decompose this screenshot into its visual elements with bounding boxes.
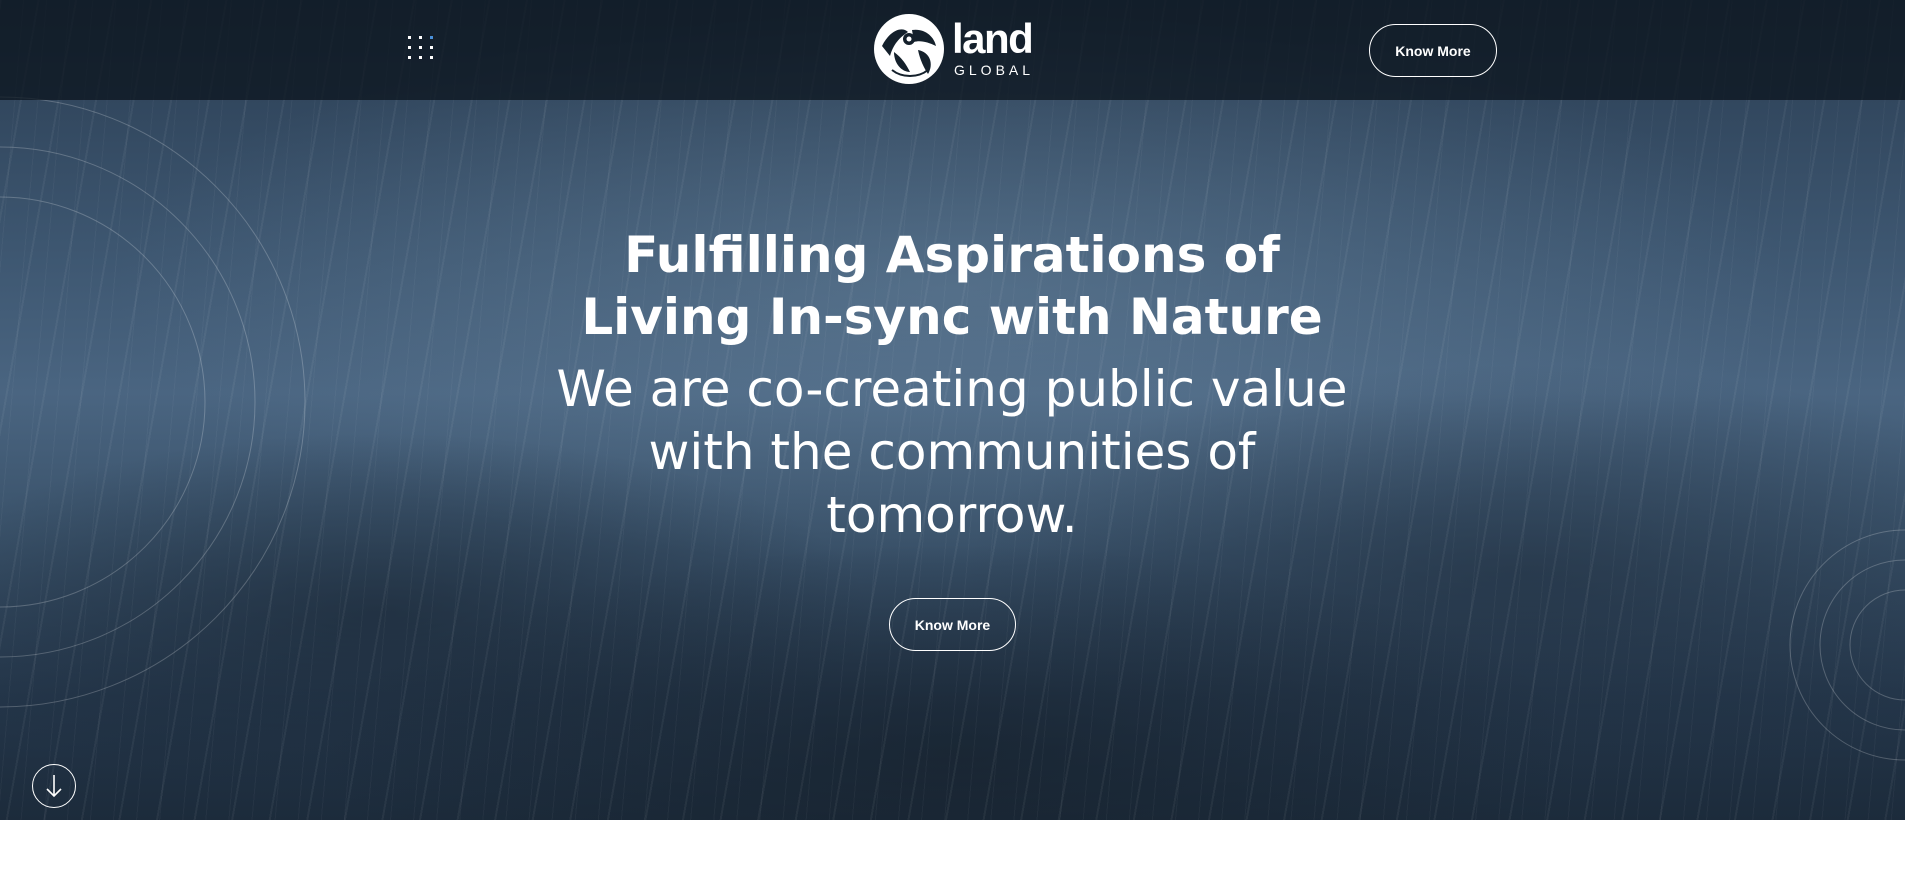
hero-subheadline-line-1: We are co-creating public value [556,360,1348,418]
hero-subheadline: We are co-creating public value with the… [452,358,1452,547]
land-global-logo[interactable]: land GLOBAL [872,12,1036,88]
hero-subheadline-line-3: tomorrow. [826,486,1078,544]
hero-headline: Fulfilling Aspirations of Living In-sync… [452,224,1452,348]
content-section-start [0,820,1905,892]
top-navigation-bar: land GLOBAL Know More [0,0,1905,100]
land-global-emblem-icon [874,14,944,84]
hero-headline-line-1: Fulfilling Aspirations of [624,226,1280,284]
page: land GLOBAL Know More Fulfilling Aspirat… [0,0,1905,892]
logo-wordmark: land [952,15,1034,62]
hero-subheadline-line-2: with the communities of [648,423,1256,481]
grid-dots-icon[interactable] [406,34,436,64]
header-know-more-button[interactable]: Know More [1369,24,1497,77]
logo-subtitle: GLOBAL [954,62,1035,78]
hero-know-more-button[interactable]: Know More [889,598,1016,651]
hero-headline-line-2: Living In-sync with Nature [581,288,1323,346]
scroll-down-button[interactable] [32,764,76,808]
arrow-down-icon [46,775,62,798]
